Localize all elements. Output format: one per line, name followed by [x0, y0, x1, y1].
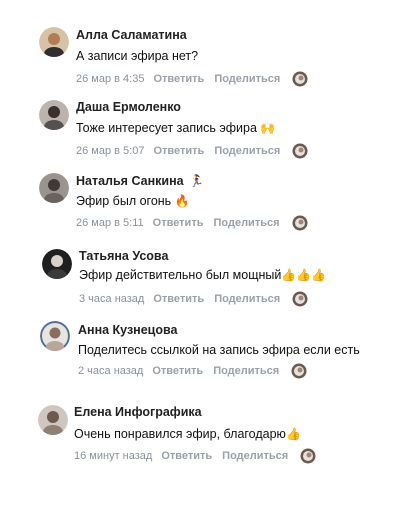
comment-author[interactable]: Анна Кузнецова — [78, 323, 177, 338]
comment-item: Анна Кузнецова Поделитесь ссылкой на зап… — [0, 318, 402, 388]
comment-text-content: Очень понравился эфир, благодарю — [74, 427, 286, 441]
comment-time[interactable]: 16 минут назад — [74, 449, 152, 463]
comment-text: Очень понравился эфир, благодарю👍 — [74, 427, 301, 442]
comment-time[interactable]: 26 мар в 5:07 — [76, 144, 144, 158]
avatar[interactable] — [39, 173, 69, 203]
comment-meta: 16 минут назад Ответить Поделиться — [74, 448, 316, 464]
like-icon[interactable] — [291, 363, 307, 379]
raised-hands-emoji: 🙌 — [260, 121, 276, 135]
reply-button[interactable]: Ответить — [153, 292, 204, 306]
like-icon[interactable] — [292, 291, 308, 307]
comment-text-content: Эфир был огонь — [76, 194, 172, 208]
comment-time[interactable]: 26 мар в 4:35 — [76, 72, 144, 86]
reply-button[interactable]: Ответить — [152, 364, 203, 378]
reply-button[interactable]: Ответить — [161, 449, 212, 463]
comment-meta: 26 мар в 5:07 Ответить Поделиться — [76, 143, 308, 159]
fire-emoji: 🔥 — [174, 194, 190, 208]
like-icon[interactable] — [292, 71, 308, 87]
share-button[interactable]: Поделиться — [214, 144, 280, 158]
comment-author[interactable]: Елена Инфографика — [74, 405, 202, 420]
share-button[interactable]: Поделиться — [213, 216, 279, 230]
reply-button[interactable]: Ответить — [153, 72, 204, 86]
share-button[interactable]: Поделиться — [222, 449, 288, 463]
comment-item: Наталья Санкина 🏃‍♀️ Эфир был огонь 🔥 26… — [0, 170, 402, 240]
comment-text: Тоже интересует запись эфира 🙌 — [76, 121, 275, 136]
comment-author[interactable]: Татьяна Усова — [79, 249, 168, 264]
comment-text-content: Поделитесь ссылкой на запись эфира если … — [78, 343, 360, 357]
comment-item: Татьяна Усова Эфир действительно был мощ… — [0, 246, 402, 316]
comment-text: Поделитесь ссылкой на запись эфира если … — [78, 343, 360, 358]
comment-meta: 26 мар в 4:35 Ответить Поделиться — [76, 71, 308, 87]
thumbs-up-emoji: 👍 — [285, 427, 301, 441]
avatar[interactable] — [40, 321, 70, 351]
comment-author[interactable]: Даша Ермоленко — [76, 100, 181, 115]
share-button[interactable]: Поделиться — [214, 292, 280, 306]
thumbs-up-emoji: 👍👍👍 — [281, 268, 327, 282]
comment-time[interactable]: 26 мар в 5:11 — [76, 216, 144, 230]
author-name[interactable]: Татьяна Усова — [79, 249, 168, 263]
comment-item: Алла Саламатина А записи эфира нет? 26 м… — [0, 22, 402, 92]
comment-author[interactable]: Алла Саламатина — [76, 28, 187, 43]
comment-meta: 2 часа назад Ответить Поделиться — [78, 363, 307, 379]
avatar[interactable] — [39, 27, 69, 57]
reply-button[interactable]: Ответить — [153, 144, 204, 158]
author-name[interactable]: Анна Кузнецова — [78, 323, 177, 337]
comment-author[interactable]: Наталья Санкина 🏃‍♀️ — [76, 174, 204, 189]
comment-text: Эфир действительно был мощный👍👍👍 — [79, 268, 326, 283]
author-name[interactable]: Наталья Санкина — [76, 174, 184, 188]
avatar[interactable] — [39, 100, 69, 130]
like-icon[interactable] — [292, 143, 308, 159]
reply-button[interactable]: Ответить — [153, 216, 204, 230]
share-button[interactable]: Поделиться — [214, 72, 280, 86]
comment-item: Даша Ермоленко Тоже интересует запись эф… — [0, 97, 402, 167]
comment-item: Елена Инфографика Очень понравился эфир,… — [0, 403, 402, 473]
comment-text-content: Эфир действительно был мощный — [79, 268, 282, 282]
comment-text: А записи эфира нет? — [76, 49, 198, 64]
author-name[interactable]: Даша Ермоленко — [76, 100, 181, 114]
runner-emoji: 🏃‍♀️ — [189, 174, 205, 188]
comment-meta: 3 часа назад Ответить Поделиться — [79, 291, 308, 307]
comment-text-content: Тоже интересует запись эфира — [76, 121, 257, 135]
author-name[interactable]: Алла Саламатина — [76, 28, 187, 42]
comment-meta: 26 мар в 5:11 Ответить Поделиться — [76, 215, 308, 231]
author-name[interactable]: Елена Инфографика — [74, 405, 202, 419]
comment-text-content: А записи эфира нет? — [76, 49, 199, 63]
comment-time[interactable]: 2 часа назад — [78, 364, 143, 378]
share-button[interactable]: Поделиться — [213, 364, 279, 378]
like-icon[interactable] — [292, 215, 308, 231]
avatar[interactable] — [38, 405, 68, 435]
comment-time[interactable]: 3 часа назад — [79, 292, 144, 306]
avatar[interactable] — [42, 249, 72, 279]
comment-text: Эфир был огонь 🔥 — [76, 194, 190, 209]
like-icon[interactable] — [300, 448, 316, 464]
